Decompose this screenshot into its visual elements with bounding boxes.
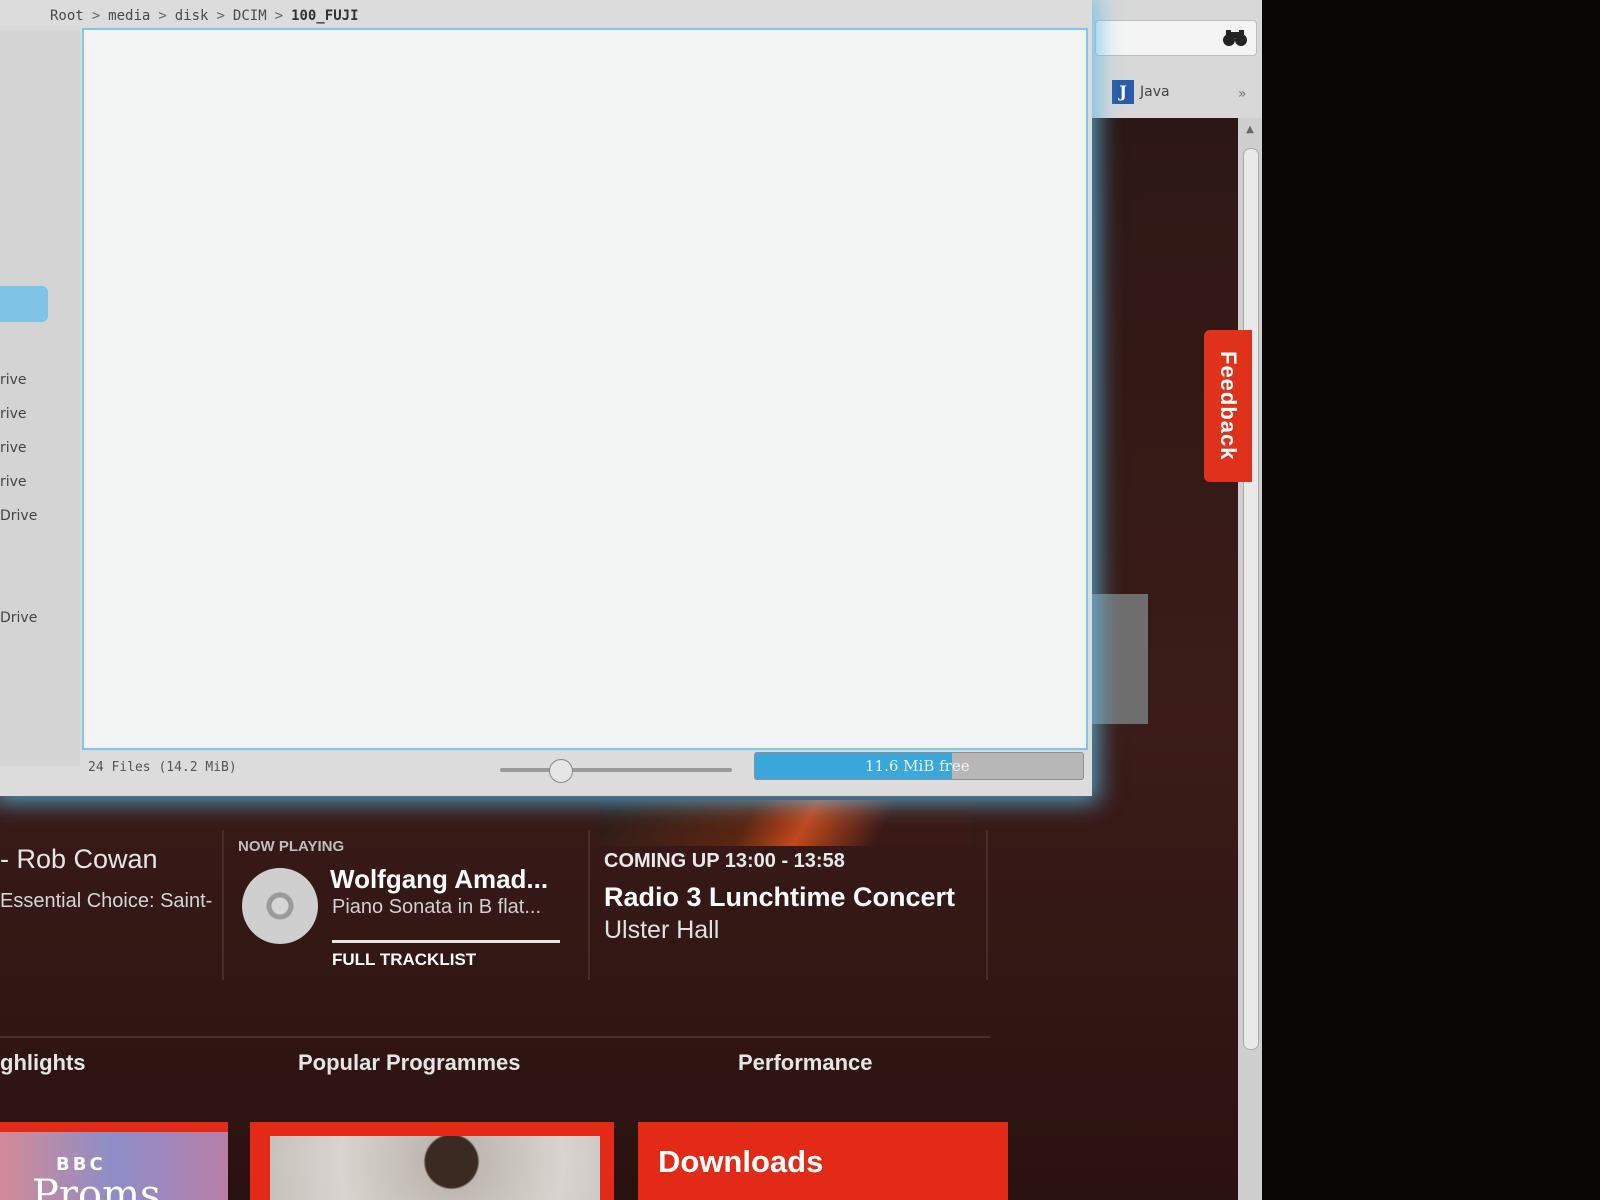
chevron-right-icon: > <box>274 8 284 24</box>
coming-up-label: COMING UP 13:00 - 13:58 <box>604 850 845 872</box>
divider <box>222 830 224 980</box>
places-panel: rive rive rive rive Drive Drive <box>0 30 80 766</box>
places-item-drive[interactable]: Drive <box>0 508 37 524</box>
programme-tile[interactable] <box>250 1122 614 1200</box>
places-item-drive[interactable]: rive <box>0 372 27 388</box>
free-space-bar: 11.6 MiB free <box>754 752 1084 780</box>
downloads-title: Downloads <box>658 1144 824 1179</box>
page-scrollbar[interactable]: ▲ <box>1238 118 1262 1200</box>
search-input[interactable] <box>1095 20 1257 56</box>
feedback-button[interactable]: Feedback <box>1204 330 1252 482</box>
section-divider <box>0 1036 990 1038</box>
now-playing-track[interactable]: Wolfgang Amad... <box>330 864 548 895</box>
tab-popular-programmes[interactable]: Popular Programmes <box>298 1050 521 1076</box>
bookmark-label: Java <box>1140 84 1170 100</box>
zoom-slider[interactable] <box>500 759 732 783</box>
programme-image <box>270 1136 600 1200</box>
downloads-tile[interactable]: Downloads <box>638 1122 1008 1200</box>
zoom-slider-handle[interactable] <box>549 759 574 783</box>
coming-up-title[interactable]: Radio 3 Lunchtime Concert <box>604 882 955 913</box>
places-item-drive[interactable]: Drive <box>0 610 37 626</box>
more-bookmarks-chevron-icon[interactable]: » <box>1238 86 1247 102</box>
breadcrumb-current-folder[interactable]: 100_FUJI <box>291 8 358 24</box>
bookmark-java[interactable]: J Java <box>1112 80 1170 104</box>
free-space-text: 11.6 MiB free <box>865 757 970 775</box>
tab-highlights[interactable]: ghlights <box>0 1050 86 1076</box>
chevron-right-icon: > <box>158 8 167 24</box>
file-manager-window: Root > media > disk > DCIM > 100_FUJI ri… <box>0 0 1092 796</box>
full-tracklist-link[interactable]: FULL TRACKLIST <box>332 950 476 970</box>
now-playing-strip: - Rob Cowan Essential Choice: Saint- NOW… <box>0 800 1000 980</box>
breadcrumb-disk[interactable]: disk <box>175 8 209 24</box>
proms-image: BBC Proms <box>0 1132 228 1200</box>
proms-logo: Proms <box>32 1172 161 1200</box>
chevron-right-icon: > <box>216 8 225 24</box>
now-playing-divider <box>332 940 560 943</box>
feedback-label: Feedback <box>1216 351 1241 461</box>
coming-up-venue: Ulster Hall <box>604 916 720 944</box>
scroll-up-icon[interactable]: ▲ <box>1243 124 1257 138</box>
divider <box>588 830 590 980</box>
places-item-selected[interactable] <box>0 286 48 322</box>
disc-icon <box>242 868 318 944</box>
coming-up-image <box>600 800 972 846</box>
now-playing-label: NOW PLAYING <box>238 838 345 855</box>
breadcrumb-dcim[interactable]: DCIM <box>233 8 267 24</box>
previous-programme-title[interactable]: - Rob Cowan <box>0 844 158 875</box>
divider <box>986 830 988 980</box>
places-item-drive[interactable]: rive <box>0 474 27 490</box>
java-icon: J <box>1112 80 1134 104</box>
breadcrumb-media[interactable]: media <box>108 8 150 24</box>
breadcrumb: Root > media > disk > DCIM > 100_FUJI <box>50 2 359 30</box>
chevron-right-icon: > <box>91 8 101 24</box>
file-count-status: 24 Files (14.2 MiB) <box>88 760 237 775</box>
carousel-next-area[interactable] <box>1090 594 1148 724</box>
tab-performance[interactable]: Performance <box>738 1050 873 1076</box>
breadcrumb-root[interactable]: Root <box>50 8 84 24</box>
places-item-drive[interactable]: rive <box>0 406 27 422</box>
binoculars-icon[interactable] <box>1222 27 1248 47</box>
now-playing-piece: Piano Sonata in B flat... <box>332 896 542 918</box>
proms-tile[interactable]: BBC Proms <box>0 1122 228 1200</box>
file-view[interactable] <box>82 28 1088 750</box>
previous-programme-subtitle: Essential Choice: Saint- <box>0 890 213 912</box>
places-item-drive[interactable]: rive <box>0 440 27 456</box>
scrollbar-thumb[interactable] <box>1243 148 1259 1050</box>
